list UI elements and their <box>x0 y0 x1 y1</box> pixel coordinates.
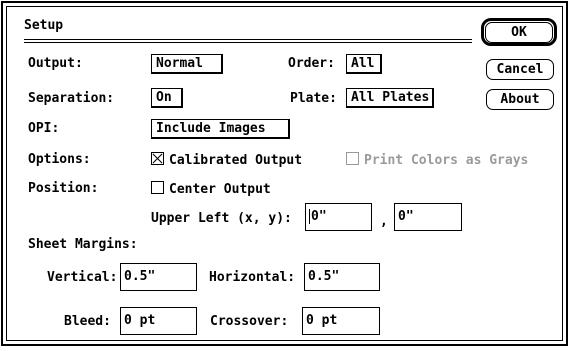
plate-popup[interactable]: All Plates <box>346 88 434 108</box>
sheet-margins-label: Sheet Margins: <box>28 237 138 252</box>
checkbox-empty-icon <box>346 152 359 165</box>
separation-popup[interactable]: On <box>151 88 183 108</box>
opi-label: OPI: <box>28 121 60 136</box>
center-output-label: Center Output <box>169 182 271 197</box>
crossover-field[interactable]: 0 pt <box>302 307 380 335</box>
coordinate-comma: , <box>380 214 388 229</box>
ok-button[interactable]: OK <box>485 22 553 43</box>
dialog-title: Setup <box>24 18 64 33</box>
options-label: Options: <box>28 152 91 167</box>
horizontal-label: Horizontal: <box>209 270 296 285</box>
plate-label: Plate: <box>290 91 337 106</box>
calibrated-output-checkbox[interactable]: Calibrated Output <box>151 152 302 169</box>
setup-dialog <box>1 1 568 346</box>
upper-left-x-field[interactable]: 0" <box>305 203 372 231</box>
cancel-button[interactable]: Cancel <box>486 59 554 80</box>
position-label: Position: <box>28 181 99 196</box>
checkbox-empty-icon <box>151 181 164 194</box>
upper-left-label: Upper Left (x, y): <box>151 211 292 226</box>
title-divider-second <box>24 42 472 43</box>
separation-label: Separation: <box>28 91 115 106</box>
opi-popup[interactable]: Include Images <box>151 119 290 139</box>
vertical-label: Vertical: <box>47 270 118 285</box>
crossover-label: Crossover: <box>210 314 289 329</box>
title-divider <box>24 39 472 40</box>
output-label: Output: <box>28 56 83 71</box>
order-popup[interactable]: All <box>346 54 382 74</box>
order-label: Order: <box>288 56 335 71</box>
print-colors-as-grays-label: Print Colors as Grays <box>364 153 529 168</box>
bleed-field[interactable]: 0 pt <box>120 307 197 335</box>
horizontal-field[interactable]: 0.5" <box>304 263 380 291</box>
bleed-label: Bleed: <box>64 314 111 329</box>
about-button[interactable]: About <box>486 89 554 110</box>
calibrated-output-label: Calibrated Output <box>169 153 303 168</box>
checkbox-checked-icon <box>151 152 164 165</box>
upper-left-x-value: 0" <box>311 209 327 224</box>
print-colors-as-grays-checkbox: Print Colors as Grays <box>346 152 528 169</box>
upper-left-y-field[interactable]: 0" <box>394 203 462 231</box>
output-popup[interactable]: Normal <box>151 54 223 74</box>
center-output-checkbox[interactable]: Center Output <box>151 181 271 198</box>
text-cursor <box>309 209 310 224</box>
vertical-field[interactable]: 0.5" <box>120 263 197 291</box>
